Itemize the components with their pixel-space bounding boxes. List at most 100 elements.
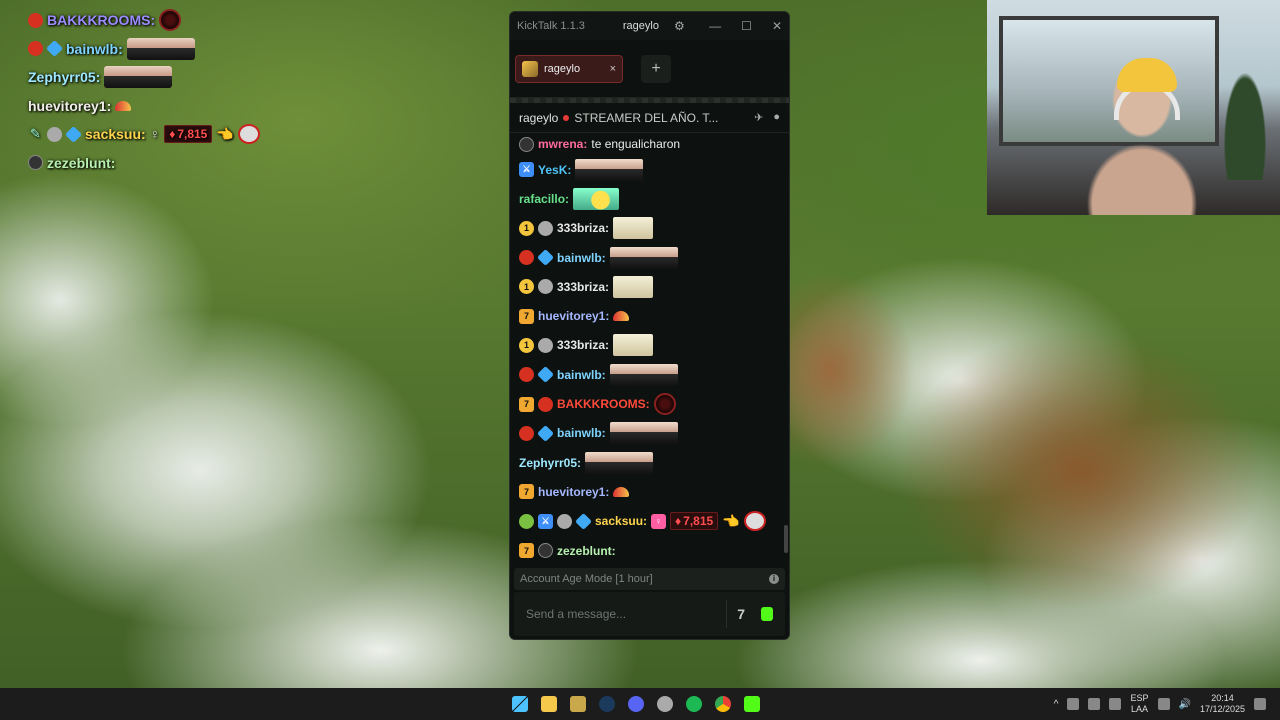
chat-username: sacksuu:: [85, 126, 146, 143]
chat-username[interactable]: bainwlb:: [557, 251, 606, 265]
chat-username[interactable]: huevitorey1:: [538, 309, 609, 323]
obs-icon[interactable]: [657, 696, 673, 712]
emote-image: [609, 363, 678, 386]
rank-badge-icon: 1: [519, 337, 534, 353]
overlay-chat-line: zezeblunt:: [28, 149, 288, 178]
7tv-badge-icon: 7: [519, 484, 534, 500]
keyboard-layout: LAA: [1130, 704, 1148, 714]
female-icon: ♀: [149, 126, 161, 143]
gem-badge-icon: [537, 249, 554, 267]
chat-messages[interactable]: mwrena: te engualicharon ⚔ YesK: rafacil…: [510, 133, 789, 563]
overlay-chat: BAKKKROOMS: bainwlb: Zephyrr05: huevitor…: [28, 6, 288, 177]
chat-username[interactable]: Zephyrr05:: [519, 456, 581, 470]
channel-name[interactable]: rageylo: [519, 111, 558, 125]
message-text: te engualicharon: [591, 137, 681, 151]
tab-close-button[interactable]: ×: [610, 63, 616, 75]
badge-icon: [519, 425, 534, 441]
chrome-icon[interactable]: [715, 696, 731, 712]
emote-image: [573, 187, 620, 210]
minimize-icon[interactable]: —: [709, 19, 721, 33]
badge-icon: [538, 337, 553, 353]
chat-username[interactable]: BAKKKROOMS:: [557, 397, 650, 411]
chat-username[interactable]: sacksuu:: [595, 514, 647, 528]
channel-header: rageylo STREAMER DEL AÑO. T... ✈ ●: [510, 103, 789, 133]
chat-username[interactable]: rafacillo:: [519, 192, 569, 206]
file-explorer-icon[interactable]: [541, 696, 557, 712]
gear-icon[interactable]: ⚙: [674, 19, 685, 33]
message-input-area: 7: [514, 592, 785, 636]
app-icon[interactable]: [570, 696, 586, 712]
notification-icon[interactable]: [1254, 698, 1266, 710]
mod-badge-icon: ⚔: [519, 162, 534, 178]
info-icon[interactable]: i: [769, 574, 779, 584]
santa-emote-icon: [743, 511, 766, 532]
sub-count-badge: ♦ 7,815: [670, 512, 719, 531]
ribbon-icon: ♦: [675, 514, 682, 529]
pin-icon[interactable]: ✈: [754, 111, 763, 124]
logged-in-user[interactable]: rageylo: [623, 20, 659, 32]
badge-icon: [557, 513, 572, 529]
title-bar[interactable]: KickTalk 1.1.3 rageylo ⚙ — ☐ ✕: [510, 12, 789, 40]
christmas-tree: [1220, 60, 1270, 180]
emote-icon: [653, 393, 676, 416]
sync-icon[interactable]: [1067, 698, 1080, 710]
chat-username[interactable]: mwrena:: [538, 137, 587, 151]
kick-emote-button[interactable]: [761, 607, 773, 621]
chat-username[interactable]: YesK:: [538, 163, 571, 177]
chat-message: 7 huevitorey1:: [519, 301, 780, 330]
rank-badge-icon: 1: [519, 279, 534, 295]
badge-icon: [538, 396, 553, 412]
tab-rageylo[interactable]: rageylo ×: [515, 54, 623, 83]
app-name: KickTalk 1.1.3: [517, 20, 585, 32]
chat-message: 1 333briza:: [519, 214, 780, 243]
chat-username: zezeblunt:: [47, 154, 116, 171]
language-indicator[interactable]: ESP LAA: [1130, 693, 1148, 715]
chat-message: mwrena: te engualicharon: [519, 133, 780, 155]
message-input[interactable]: [526, 607, 727, 621]
bot-badge-icon: [519, 513, 534, 529]
add-tab-button[interactable]: +: [641, 54, 671, 83]
kicktalk-icon[interactable]: [744, 696, 760, 712]
chat-username[interactable]: bainwlb:: [557, 426, 606, 440]
spotify-icon[interactable]: [686, 696, 702, 712]
overlay-chat-line: ✎ sacksuu: ♀ ♦ 7,815 👈: [28, 120, 288, 149]
badge-icon: [28, 12, 43, 28]
avatar: [522, 60, 538, 77]
discord-icon[interactable]: [628, 696, 644, 712]
tab-bar: rageylo × +: [510, 40, 789, 98]
chat-message: Zephyrr05:: [519, 448, 780, 477]
chat-username[interactable]: zezeblunt:: [557, 544, 616, 558]
7tv-emote-button[interactable]: 7: [737, 606, 745, 622]
chat-message: rafacillo:: [519, 184, 780, 213]
emote-image: [585, 451, 654, 474]
chat-scrollbar[interactable]: [784, 525, 788, 553]
volume-icon[interactable]: 🔊: [1179, 699, 1191, 710]
chat-username[interactable]: 333briza:: [557, 280, 609, 294]
chevron-up-icon[interactable]: ^: [1054, 699, 1059, 710]
windows-start-icon[interactable]: [512, 696, 528, 712]
chat-username[interactable]: 333briza:: [557, 221, 609, 235]
chat-username: bainwlb:: [66, 40, 123, 57]
security-icon[interactable]: [1088, 698, 1101, 710]
close-icon[interactable]: ✕: [772, 19, 782, 33]
chat-username[interactable]: huevitorey1:: [538, 485, 609, 499]
chat-username[interactable]: bainwlb:: [557, 368, 606, 382]
7tv-badge-icon: 7: [519, 396, 534, 412]
badge-icon: [538, 279, 553, 295]
clock[interactable]: 20:14 17/12/2025: [1200, 693, 1245, 715]
webcam-feed: [987, 0, 1280, 215]
badge-icon: [538, 220, 553, 236]
chat-username: BAKKKROOMS:: [47, 12, 156, 29]
taskbar: ^ ESP LAA 🔊 20:14 17/12/2025: [0, 688, 1280, 720]
steam-icon[interactable]: [599, 696, 615, 712]
user-icon[interactable]: ●: [773, 111, 780, 124]
cap-emote-icon: [115, 100, 132, 111]
microphone-icon[interactable]: [1109, 698, 1122, 710]
kicktalk-window: KickTalk 1.1.3 rageylo ⚙ — ☐ ✕ rageylo ×…: [509, 11, 790, 640]
date: 17/12/2025: [1199, 704, 1245, 714]
maximize-icon[interactable]: ☐: [741, 19, 752, 33]
emote-image: [609, 422, 678, 445]
network-icon[interactable]: [1157, 698, 1170, 710]
chat-message: bainwlb:: [519, 419, 780, 448]
chat-username[interactable]: 333briza:: [557, 338, 609, 352]
